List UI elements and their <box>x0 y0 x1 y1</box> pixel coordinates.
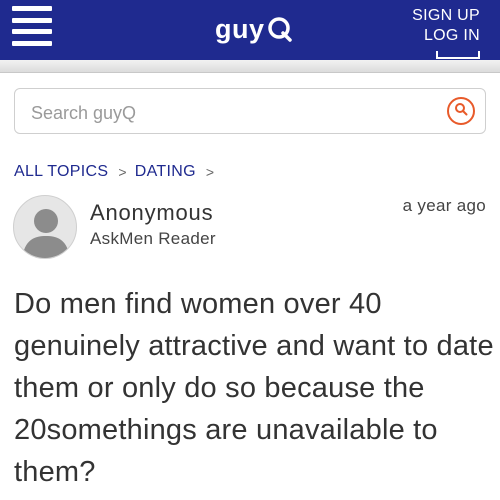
log-in-link[interactable]: LOG IN <box>412 26 480 46</box>
avatar[interactable] <box>13 195 77 259</box>
breadcrumb-all-topics[interactable]: ALL TOPICS <box>14 163 108 181</box>
search-icon <box>454 102 468 121</box>
search-box <box>14 88 486 134</box>
logo-text: guy <box>215 13 265 44</box>
auth-links: SIGN UP LOG IN <box>412 6 480 46</box>
top-navigation-bar: guy SIGN UP LOG IN <box>0 0 500 60</box>
search-input[interactable] <box>29 99 433 127</box>
breadcrumb-separator: > <box>118 164 127 180</box>
author-role: AskMen Reader <box>90 229 216 248</box>
login-underline-decoration <box>436 51 480 59</box>
search-button[interactable] <box>447 97 475 125</box>
author-name[interactable]: Anonymous <box>90 200 213 226</box>
user-silhouette-icon <box>22 209 70 258</box>
post-timestamp: a year ago <box>402 196 486 215</box>
breadcrumb-dating[interactable]: DATING <box>135 163 196 181</box>
hamburger-menu-icon[interactable] <box>12 6 52 46</box>
header-shadow-divider <box>0 60 500 73</box>
breadcrumb-separator: > <box>205 164 215 180</box>
guyq-logo[interactable]: guy <box>215 12 293 46</box>
question-text: Do men find women over 40 genuinely attr… <box>14 288 494 488</box>
logo-q-icon <box>267 16 293 42</box>
breadcrumb: ALL TOPICS > DATING > <box>14 162 222 182</box>
sign-up-link[interactable]: SIGN UP <box>412 6 480 26</box>
